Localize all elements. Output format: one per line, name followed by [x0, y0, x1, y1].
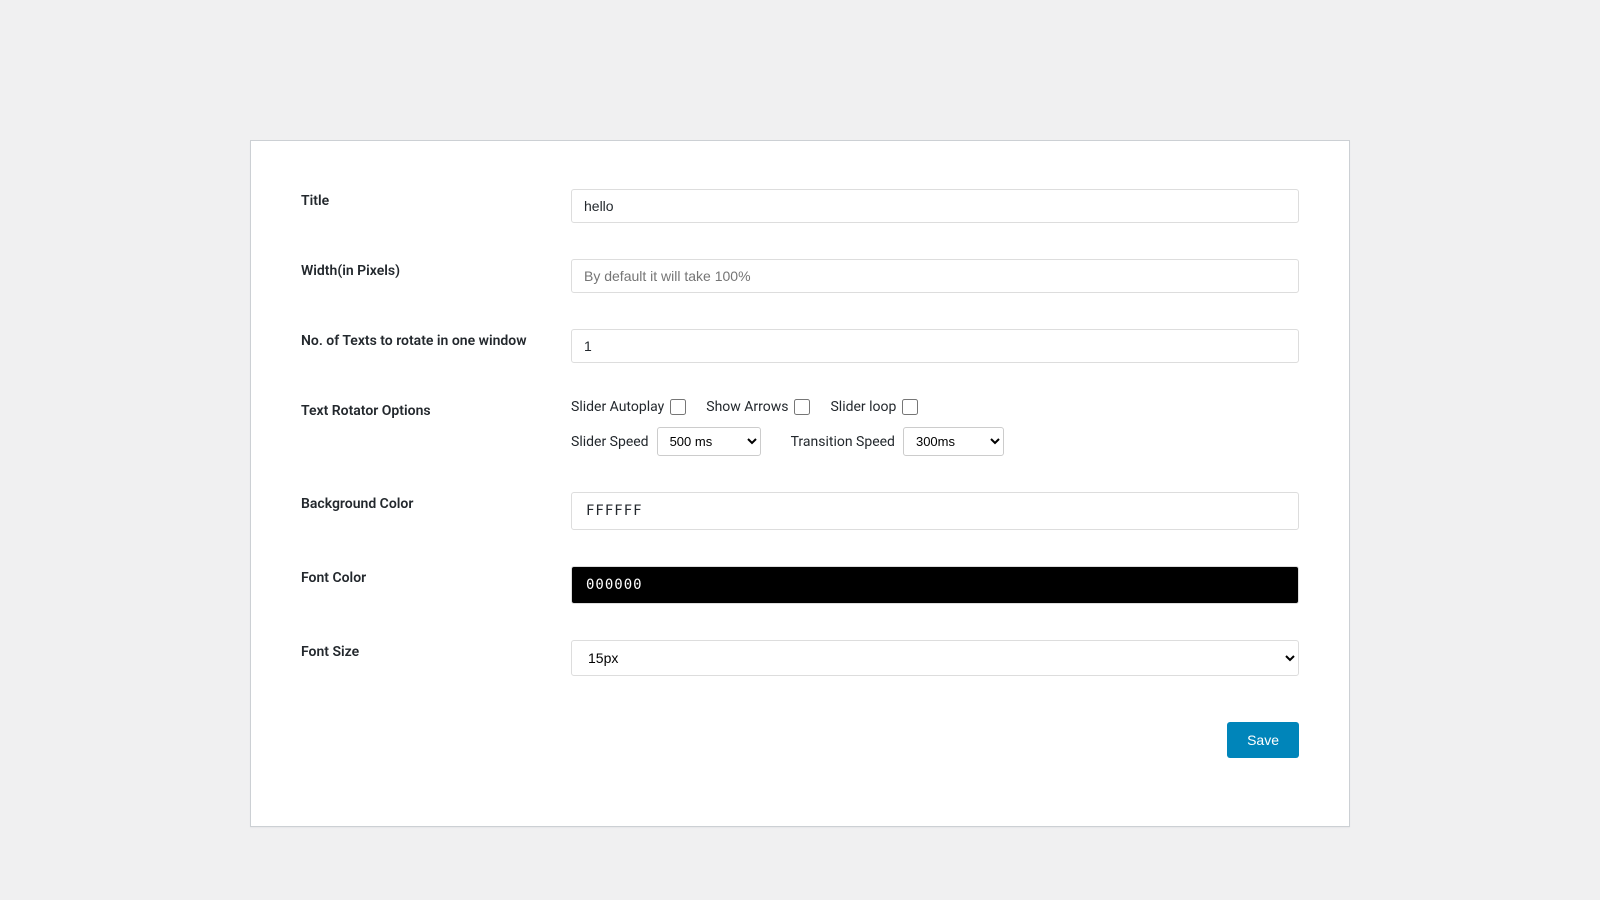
show-arrows-item: Show Arrows	[706, 399, 810, 415]
slider-loop-label: Slider loop	[830, 399, 896, 415]
num-texts-row: No. of Texts to rotate in one window	[291, 311, 1309, 381]
show-arrows-label: Show Arrows	[706, 399, 788, 415]
bg-color-label: Background Color	[301, 496, 413, 512]
width-input[interactable]	[571, 259, 1299, 293]
slider-loop-item: Slider loop	[830, 399, 918, 415]
font-size-label: Font Size	[301, 644, 359, 660]
slider-loop-checkbox[interactable]	[902, 399, 918, 415]
font-color-row: Font Color 000000	[291, 548, 1309, 622]
rotator-options-label: Text Rotator Options	[301, 403, 431, 419]
transition-speed-label: Transition Speed	[791, 434, 895, 450]
slider-autoplay-label: Slider Autoplay	[571, 399, 664, 415]
font-color-display[interactable]: 000000	[571, 566, 1299, 604]
transition-speed-item: Transition Speed 100ms 200ms 300ms 500ms…	[791, 427, 1004, 456]
slider-speed-label: Slider Speed	[571, 434, 649, 450]
speed-row: Slider Speed 100 ms 200 ms 300 ms 500 ms…	[571, 427, 1299, 456]
slider-speed-item: Slider Speed 100 ms 200 ms 300 ms 500 ms…	[571, 427, 761, 456]
checkboxes-row: Slider Autoplay Show Arrows Slider loop	[571, 399, 1299, 415]
slider-autoplay-checkbox[interactable]	[670, 399, 686, 415]
slider-speed-select[interactable]: 100 ms 200 ms 300 ms 500 ms 800 ms 1000 …	[657, 427, 761, 456]
show-arrows-checkbox[interactable]	[794, 399, 810, 415]
width-row: Width(in Pixels)	[291, 241, 1309, 311]
num-texts-input[interactable]	[571, 329, 1299, 363]
settings-form: Title Width(in Pixels)	[291, 171, 1309, 776]
rotator-options-row: Text Rotator Options Slider Autoplay Sho…	[291, 381, 1309, 474]
title-row: Title	[291, 171, 1309, 241]
num-texts-label: No. of Texts to rotate in one window	[301, 333, 527, 349]
bg-color-display[interactable]: FFFFFF	[571, 492, 1299, 530]
bg-color-row: Background Color FFFFFF	[291, 474, 1309, 548]
save-row: Save	[291, 694, 1309, 776]
slider-autoplay-item: Slider Autoplay	[571, 399, 686, 415]
font-size-row: Font Size 10px 11px 12px 13px 14px 15px …	[291, 622, 1309, 694]
font-size-select[interactable]: 10px 11px 12px 13px 14px 15px 16px 18px …	[571, 640, 1299, 676]
transition-speed-select[interactable]: 100ms 200ms 300ms 500ms 800ms 1000ms	[903, 427, 1004, 456]
save-button[interactable]: Save	[1227, 722, 1299, 758]
title-input[interactable]	[571, 189, 1299, 223]
font-color-label: Font Color	[301, 570, 366, 586]
title-label: Title	[301, 193, 329, 209]
width-label: Width(in Pixels)	[301, 263, 400, 279]
